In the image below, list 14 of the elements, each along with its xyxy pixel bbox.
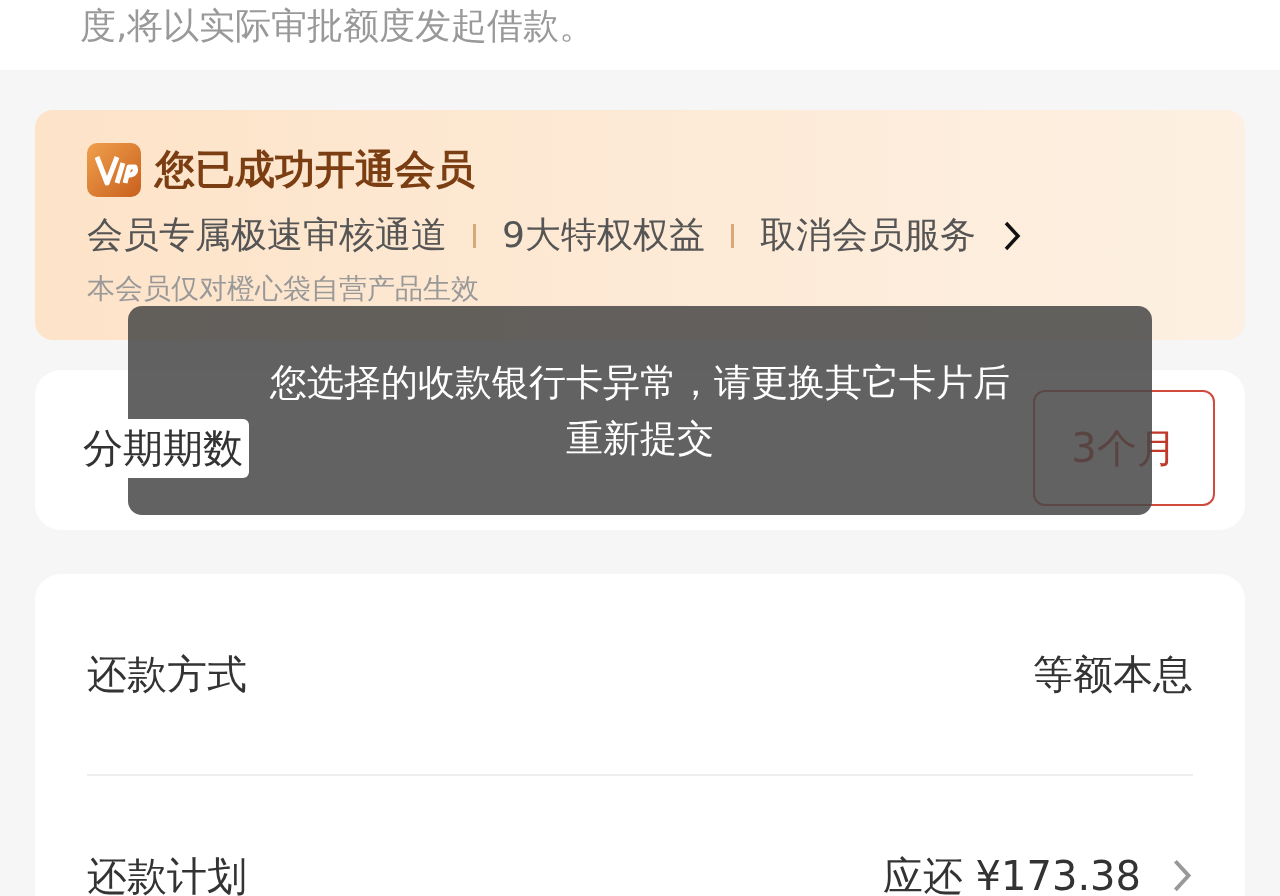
toast-line: 您选择的收款银行卡异常，请更换其它卡片后	[270, 359, 1010, 406]
repayment-amount: 应还 ¥173.38	[882, 851, 1141, 896]
repayment-value: 等额本息	[1033, 649, 1193, 699]
notice-text: 度,将以实际审批额度发起借款。	[80, 4, 597, 48]
chevron-right-icon	[1171, 858, 1193, 894]
membership-note: 本会员仅对橙心袋自营产品生效	[87, 271, 480, 307]
membership-link[interactable]: 取消会员服务	[759, 211, 976, 260]
toast-line: 重新提交	[566, 415, 714, 462]
vip-icon	[87, 142, 141, 197]
membership-title: 您已成功开通会员	[155, 145, 475, 194]
repayment-label: 还款计划	[87, 851, 247, 896]
membership-link[interactable]: 会员专属极速审核通道	[87, 211, 447, 260]
membership-link[interactable]: 9大特权权益	[502, 211, 705, 260]
repayment-label: 还款方式	[87, 649, 247, 699]
